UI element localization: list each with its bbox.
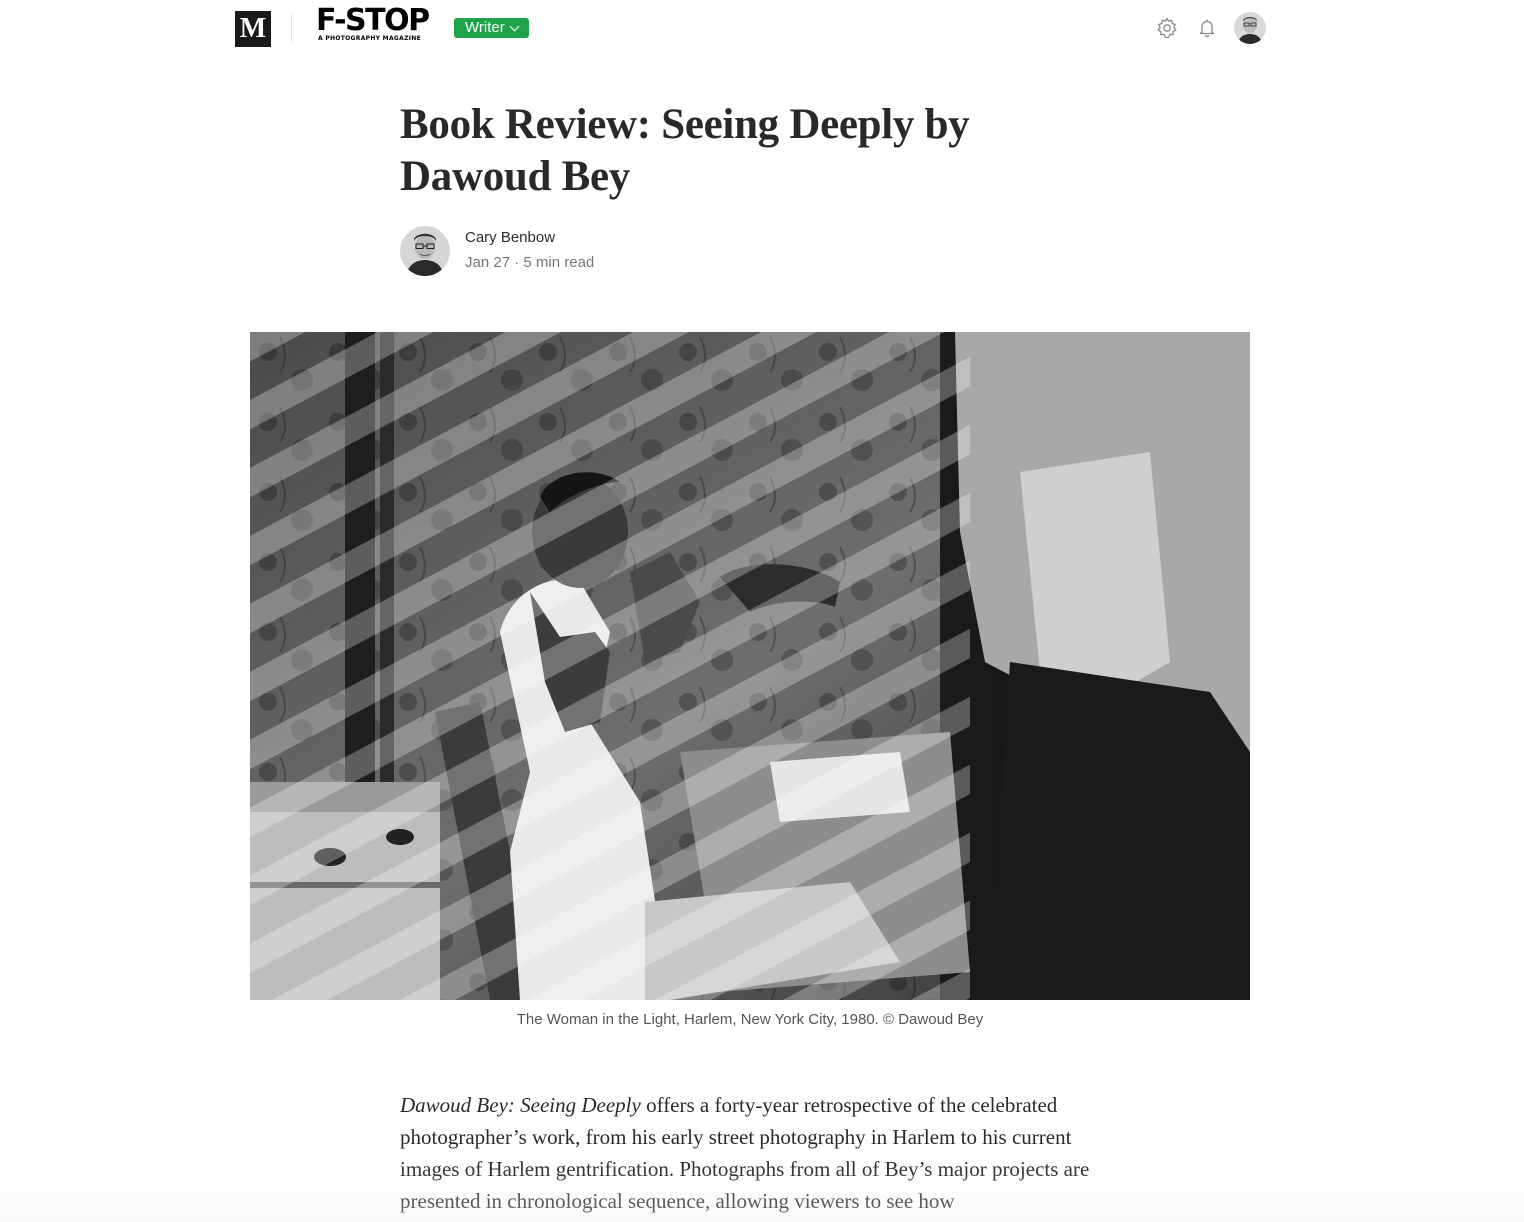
chevron-down-icon [509,21,520,31]
publication-logo[interactable]: F-STOP A PHOTOGRAPHY MAGAZINE [316,4,434,46]
user-avatar[interactable] [1234,12,1266,44]
publication-name: F-STOP [316,3,430,38]
nav-divider [291,13,292,43]
bell-icon[interactable] [1195,16,1219,40]
meta-separator: · [514,254,520,271]
featured-photograph[interactable] [250,332,1250,1000]
medium-logo[interactable]: M [235,11,271,47]
top-navigation: M F-STOP A PHOTOGRAPHY MAGAZINE Writer [0,0,1524,58]
writer-button[interactable]: Writer [454,18,529,38]
article-body-paragraph: Dawoud Bey: Seeing Deeply offers a forty… [400,1089,1100,1217]
writer-button-label: Writer [465,19,505,36]
figure-caption: The Woman in the Light, Harlem, New York… [516,1011,984,1028]
settings-icon[interactable] [1155,16,1179,40]
read-time: 5 min read [523,254,595,271]
author-name[interactable]: Cary Benbow [465,229,555,246]
author-avatar[interactable] [400,226,450,276]
article-title: Book Review: Seeing Deeply by Dawoud Bey [400,101,970,200]
book-title: Dawoud Bey: Seeing Deeply [400,1093,641,1117]
publication-tagline: A PHOTOGRAPHY MAGAZINE [318,35,421,42]
publish-date[interactable]: Jan 27 [465,254,510,271]
article-meta: Jan 27 · 5 min read [465,254,594,271]
